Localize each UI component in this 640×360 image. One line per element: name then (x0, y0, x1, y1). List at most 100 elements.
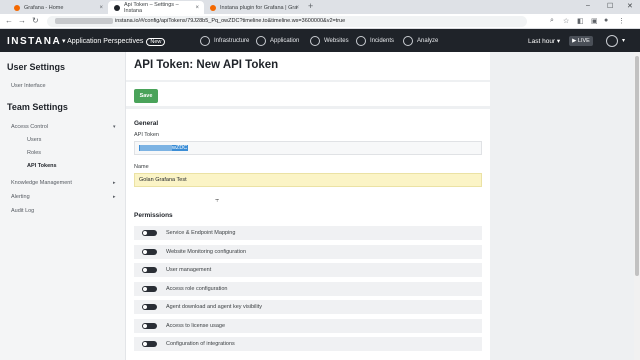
extension-icon[interactable]: ▣ (591, 17, 598, 25)
toggle-knob (143, 250, 147, 254)
live-label: LIVE (577, 38, 590, 44)
api-token-label: API Token (134, 132, 159, 138)
permission-toggle[interactable] (142, 286, 157, 292)
redacted-url-prefix (55, 17, 113, 24)
close-icon[interactable]: × (195, 5, 199, 11)
page-title: API Token: New API Token (134, 59, 279, 71)
time-range-label: Last hour (528, 38, 556, 45)
api-token-field[interactable]: wZDC (134, 141, 482, 155)
browser-tab-instana-plugin[interactable]: Instana plugin for Grafana | Gra × (204, 1, 304, 14)
user-icon[interactable] (606, 35, 618, 47)
tab-title: Instana plugin for Grafana | Gra (220, 4, 298, 11)
browser-tab-strip: Grafana - Home × Api Token – Settings – … (0, 0, 640, 14)
grafana-favicon-icon (210, 4, 216, 11)
permission-toggle[interactable] (142, 341, 157, 347)
nav-label: Analyze (417, 37, 439, 44)
toggle-knob (143, 305, 147, 309)
nav-application[interactable]: Application (256, 35, 299, 46)
permission-label: Agent download and agent key visibility (166, 304, 263, 310)
toggle-knob (143, 342, 147, 346)
sidebar-item-user-interface[interactable]: User Interface (11, 83, 46, 89)
caret-down-icon[interactable]: ▾ (622, 37, 625, 44)
action-card: Save (126, 82, 490, 106)
close-icon[interactable]: × (295, 5, 299, 11)
back-icon[interactable]: ← (5, 16, 13, 25)
star-icon[interactable]: ☆ (563, 17, 569, 25)
nav-label: Application (270, 37, 300, 44)
profile-avatar-icon[interactable]: ● (604, 17, 608, 24)
browser-tab-grafana[interactable]: Grafana - Home × (8, 1, 108, 14)
team-settings-heading: Team Settings (7, 102, 68, 112)
live-button[interactable]: ▶ LIVE (569, 36, 593, 46)
toggle-knob (143, 268, 147, 272)
grafana-favicon-icon (14, 4, 20, 11)
address-bar-row: ← → ↻ instana.io/#/config/apiTokens/79J2… (0, 14, 640, 29)
nav-incidents[interactable]: Incidents (356, 35, 394, 46)
browser-menu-icon[interactable]: ⋮ (618, 17, 625, 25)
name-value: Golan Grafana Test (139, 177, 187, 183)
new-badge: New (146, 38, 166, 46)
save-button[interactable]: Save (134, 89, 158, 103)
close-window-icon[interactable]: ✕ (627, 2, 633, 10)
scrollbar-thumb[interactable] (635, 56, 639, 276)
extension-icon[interactable]: ◧ (577, 17, 584, 25)
permissions-heading: Permissions (134, 212, 173, 219)
toggle-knob (143, 324, 147, 328)
permission-toggle[interactable] (142, 230, 157, 236)
application-icon (256, 35, 266, 46)
sidebar-item-alerting[interactable]: Alerting (11, 194, 30, 200)
sidebar-item-api-tokens[interactable]: API Tokens (27, 163, 57, 169)
time-range-selector[interactable]: Last hour ▾ (528, 37, 560, 45)
nav-label: Infrastructure (214, 37, 250, 44)
close-icon[interactable]: × (99, 5, 103, 11)
permission-toggle[interactable] (142, 304, 157, 310)
search-icon[interactable]: ⌕ (550, 17, 554, 25)
permission-toggle[interactable] (142, 323, 157, 329)
tab-title: Grafana - Home (24, 4, 64, 11)
permission-row: User management (134, 263, 482, 277)
permission-row: Access role configuration (134, 282, 482, 296)
forward-icon[interactable]: → (18, 16, 26, 25)
name-input[interactable]: Golan Grafana Test (134, 173, 482, 187)
permission-toggle[interactable] (142, 249, 157, 255)
permission-toggle[interactable] (142, 267, 157, 273)
nav-infrastructure[interactable]: Infrastructure (200, 35, 249, 46)
infrastructure-icon (200, 35, 210, 46)
application-perspectives-menu[interactable]: ▾ Application Perspectives New (62, 37, 166, 46)
minimize-icon[interactable]: – (586, 2, 590, 9)
toggle-knob (143, 231, 147, 235)
token-suffix: wZDC (172, 145, 188, 151)
permission-row: Access to license usage (134, 319, 482, 333)
permission-label: Configuration of integrations (166, 341, 235, 347)
nav-analyze[interactable]: Analyze (403, 35, 438, 46)
instana-logo[interactable]: INSTANA (7, 36, 61, 47)
browser-tab-api-token[interactable]: Api Token – Settings – Instana × (108, 1, 204, 14)
analyze-icon (403, 35, 413, 46)
instana-top-nav: INSTANA ▾ Application Perspectives New In… (0, 29, 640, 52)
redacted-token (140, 144, 172, 151)
nav-label: Incidents (370, 37, 395, 44)
sidebar-item-audit-log[interactable]: Audit Log (11, 208, 34, 214)
permission-row: Website Monitoring configuration (134, 245, 482, 259)
permissions-card: Permissions Service & Endpoint Mapping W… (126, 202, 490, 360)
main-content: API Token: New API Token Save General AP… (126, 52, 634, 360)
maximize-icon[interactable]: ☐ (607, 2, 613, 10)
incident-icon (356, 35, 366, 46)
permission-label: Service & Endpoint Mapping (166, 230, 236, 236)
toggle-knob (143, 287, 147, 291)
page-scrollbar[interactable] (634, 52, 640, 360)
sidebar-item-users[interactable]: Users (27, 137, 41, 143)
reload-icon[interactable]: ↻ (32, 16, 39, 25)
sidebar-item-roles[interactable]: Roles (27, 150, 41, 156)
url-input[interactable]: instana.io/#/config/apiTokens/79J28b5_Pq… (47, 16, 527, 27)
caret-down-icon: ▾ (556, 38, 561, 45)
new-tab-button[interactable]: + (308, 1, 313, 11)
nav-websites[interactable]: Websites (310, 35, 349, 46)
permission-label: Website Monitoring configuration (166, 249, 246, 255)
sidebar-item-access-control[interactable]: Access Control (11, 124, 48, 130)
caret-right-icon: ▸ (113, 194, 116, 200)
sidebar-item-knowledge-management[interactable]: Knowledge Management (11, 180, 72, 186)
caret-down-icon: ▾ (113, 124, 116, 130)
user-settings-heading: User Settings (7, 62, 66, 72)
instana-favicon-icon (114, 4, 120, 11)
